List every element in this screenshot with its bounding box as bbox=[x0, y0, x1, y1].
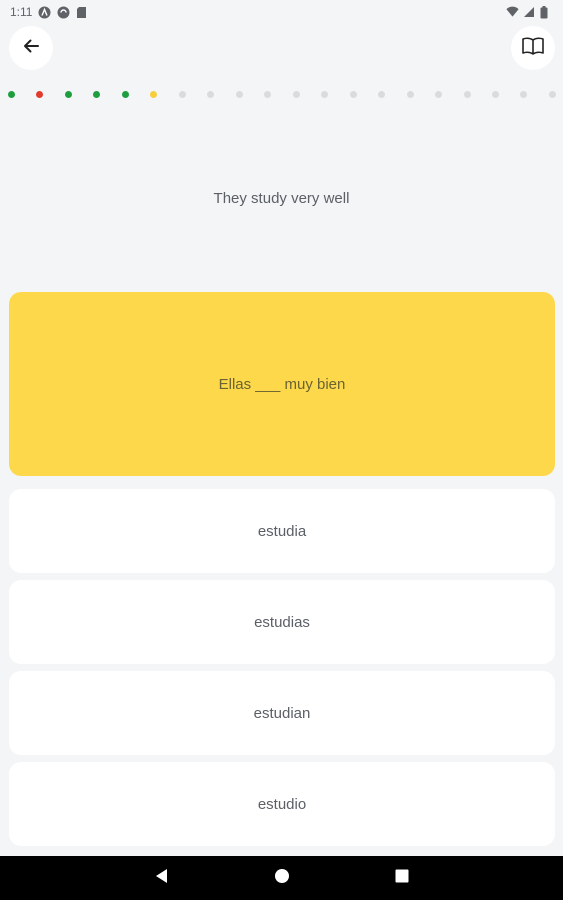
progress-dot-correct bbox=[64, 90, 72, 98]
progress-dot-pending bbox=[520, 90, 528, 98]
nav-home-button[interactable] bbox=[270, 866, 294, 890]
progress-dot-pending bbox=[435, 90, 443, 98]
lesson-progress bbox=[8, 89, 556, 99]
progress-dot-pending bbox=[235, 90, 243, 98]
sd-card-icon bbox=[76, 6, 89, 19]
progress-dot-pending bbox=[548, 90, 556, 98]
progress-dot-pending bbox=[321, 90, 329, 98]
sentence-text: Ellas ___ muy bien bbox=[218, 375, 346, 393]
progress-dot-pending bbox=[378, 90, 386, 98]
back-button[interactable] bbox=[9, 26, 53, 70]
progress-dot-pending bbox=[178, 90, 186, 98]
progress-dot-current bbox=[150, 90, 158, 98]
open-book-icon bbox=[521, 36, 545, 61]
signal-icon bbox=[523, 6, 536, 19]
translation-prompt: They study very well bbox=[213, 190, 350, 207]
progress-dot-pending bbox=[349, 90, 357, 98]
progress-dot-pending bbox=[406, 90, 414, 98]
status-left: 1:11 bbox=[10, 5, 89, 19]
progress-dot-pending bbox=[264, 90, 272, 98]
status-bar: 1:11 bbox=[0, 0, 563, 24]
status-time: 1:11 bbox=[10, 5, 33, 19]
nav-recents-button[interactable] bbox=[390, 866, 414, 890]
option-button[interactable]: estudia bbox=[9, 489, 555, 573]
progress-dot-pending bbox=[463, 90, 471, 98]
system-navigation-bar bbox=[0, 856, 563, 900]
progress-dot-pending bbox=[491, 90, 499, 98]
status-right bbox=[506, 5, 553, 19]
accessibility-icon bbox=[38, 6, 51, 19]
option-label: estudia bbox=[257, 522, 307, 540]
battery-icon bbox=[540, 5, 553, 19]
arrow-left-icon bbox=[21, 36, 41, 61]
option-label: estudian bbox=[253, 704, 311, 722]
progress-dot-pending bbox=[207, 90, 215, 98]
progress-dot-pending bbox=[292, 90, 300, 98]
option-button[interactable]: estudio bbox=[9, 762, 555, 846]
dictionary-button[interactable] bbox=[511, 26, 555, 70]
option-label: estudias bbox=[254, 613, 310, 631]
sync-icon bbox=[57, 6, 70, 19]
sentence-card: Ellas ___ muy bien bbox=[9, 292, 555, 476]
nav-back-button[interactable] bbox=[150, 866, 174, 890]
progress-dot-correct bbox=[93, 90, 101, 98]
option-button[interactable]: estudias bbox=[9, 580, 555, 664]
option-button[interactable]: estudian bbox=[9, 671, 555, 755]
triangle-back-icon bbox=[155, 868, 169, 889]
square-recents-icon bbox=[395, 869, 409, 888]
wifi-icon bbox=[506, 6, 519, 19]
circle-home-icon bbox=[274, 868, 290, 889]
option-label: estudio bbox=[257, 795, 307, 813]
progress-dot-correct bbox=[8, 90, 15, 98]
progress-dot-wrong bbox=[36, 90, 44, 98]
progress-dot-correct bbox=[121, 90, 129, 98]
